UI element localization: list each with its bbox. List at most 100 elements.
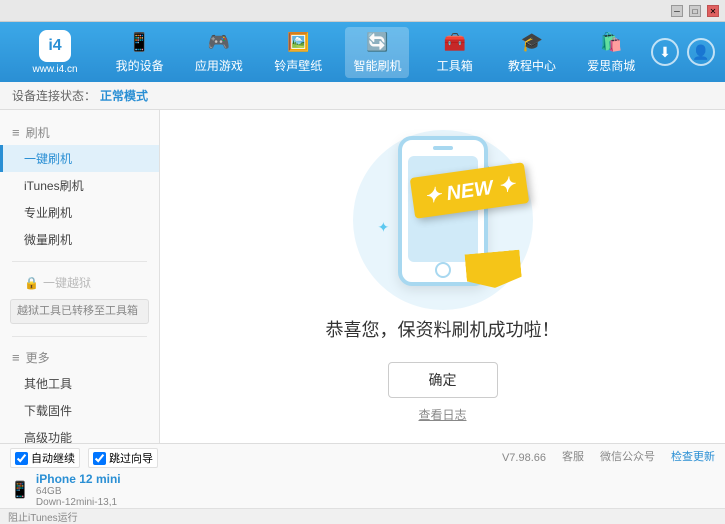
wallpaper-icon: 🖼️ (284, 31, 312, 55)
sparkle-3: ✦ (378, 219, 390, 236)
auto-advance-checkbox-label[interactable]: 自动继续 (10, 448, 80, 468)
sidebar-item-micro-flash[interactable]: 微量刷机 (0, 226, 159, 253)
phone-small-icon: 📱 (10, 480, 30, 500)
version-label: V7.98.66 (502, 452, 546, 464)
bottom-left-panel: 自动继续 跳过向导 📱 iPhone 12 mini 64GB Down-12m… (10, 448, 158, 508)
pro-flash-label: 专业刷机 (24, 206, 72, 220)
close-button[interactable]: ✕ (707, 5, 719, 17)
device-row: 📱 iPhone 12 mini 64GB Down-12mini-13,1 (10, 472, 158, 508)
shop-icon: 🛍️ (597, 31, 625, 55)
nav-label-wallpaper: 铃声壁纸 (274, 57, 322, 74)
nav-label-shop: 爱思商城 (587, 57, 635, 74)
divider-1 (12, 261, 147, 262)
nav-label-smart-flash: 智能刷机 (353, 57, 401, 74)
window-controls[interactable]: ─ □ ✕ (669, 5, 719, 17)
maximize-button[interactable]: □ (689, 5, 701, 17)
top-nav: i4 www.i4.cn 📱 我的设备 🎮 应用游戏 🖼️ 铃声壁纸 🔄 智能刷… (0, 22, 725, 82)
success-message: 恭喜您，保资料刷机成功啦！ (326, 316, 560, 342)
nav-label-toolbox: 工具箱 (437, 57, 473, 74)
device-firmware: Down-12mini-13,1 (36, 497, 121, 508)
logo-url: www.i4.cn (32, 64, 77, 75)
checkbox-row: 自动继续 跳过向导 (10, 448, 158, 468)
skip-guide-checkbox-label[interactable]: 跳过向导 (88, 448, 158, 468)
skip-guide-checkbox[interactable] (93, 452, 106, 465)
flash-section-label: 刷机 (26, 124, 50, 141)
bottom-right-panel: V7.98.66 客服 微信公众号 检查更新 (502, 448, 715, 468)
customer-service-link[interactable]: 客服 (562, 448, 584, 464)
bottom-controls-row: 自动继续 跳过向导 📱 iPhone 12 mini 64GB Down-12m… (10, 448, 715, 508)
download-firmware-label: 下载固件 (24, 404, 72, 418)
sidebar-section-flash-header[interactable]: ≡ 刷机 (0, 120, 159, 145)
auto-advance-checkbox[interactable] (15, 452, 28, 465)
status-label: 设备连接状态： (12, 87, 96, 104)
micro-flash-label: 微量刷机 (24, 233, 72, 247)
device-storage: 64GB (36, 486, 121, 497)
sidebar-section-more: ≡ 更多 其他工具 下载固件 高级功能 (0, 341, 159, 443)
more-section-icon: ≡ (12, 350, 20, 365)
one-click-flash-label: 一键刷机 (24, 152, 72, 166)
nav-right-controls: ⬇ 👤 (651, 38, 715, 66)
sidebar-item-pro-flash[interactable]: 专业刷机 (0, 199, 159, 226)
tutorials-icon: 🎓 (518, 31, 546, 55)
apps-games-icon: 🎮 (205, 31, 233, 55)
jailbreak-notice-text: 越狱工具已转移至工具箱 (17, 305, 138, 317)
check-update-link[interactable]: 检查更新 (671, 448, 715, 464)
nav-label-tutorials: 教程中心 (508, 57, 556, 74)
sidebar-item-other-tools[interactable]: 其他工具 (0, 370, 159, 397)
illustration: ✦ ✦ ✦ ✦ NEW ✦ (343, 130, 543, 296)
sidebar-item-itunes-flash[interactable]: iTunes刷机 (0, 172, 159, 199)
sidebar-item-download-firmware[interactable]: 下载固件 (0, 397, 159, 424)
advanced-label: 高级功能 (24, 431, 72, 443)
sidebar-item-one-click-flash[interactable]: 一键刷机 (0, 145, 159, 172)
main-wrapper: ≡ 刷机 一键刷机 iTunes刷机 专业刷机 微量刷机 (0, 110, 725, 443)
device-name: iPhone 12 mini (36, 472, 121, 486)
device-details: iPhone 12 mini 64GB Down-12mini-13,1 (36, 472, 121, 508)
confirm-button[interactable]: 确定 (388, 362, 498, 398)
download-button[interactable]: ⬇ (651, 38, 679, 66)
divider-2 (12, 336, 147, 337)
nav-item-smart-flash[interactable]: 🔄 智能刷机 (345, 27, 409, 78)
nav-item-tutorials[interactable]: 🎓 教程中心 (500, 27, 564, 78)
skip-link[interactable]: 查看日志 (418, 406, 466, 423)
toolbox-icon: 🧰 (441, 31, 469, 55)
sidebar-section-flash: ≡ 刷机 一键刷机 iTunes刷机 专业刷机 微量刷机 (0, 116, 159, 257)
smart-flash-icon: 🔄 (363, 31, 391, 55)
jailbreak-header-disabled: 🔒 一键越狱 (0, 270, 159, 295)
my-device-icon: 📱 (126, 31, 154, 55)
sidebar-section-more-header[interactable]: ≡ 更多 (0, 345, 159, 370)
itunes-status-bar: 阻止iTunes运行 (0, 508, 725, 524)
nav-item-shop[interactable]: 🛍️ 爱思商城 (579, 27, 643, 78)
itunes-status: 阻止iTunes运行 (8, 509, 78, 524)
other-tools-label: 其他工具 (24, 377, 72, 391)
nav-items: 📱 我的设备 🎮 应用游戏 🖼️ 铃声壁纸 🔄 智能刷机 🧰 工具箱 🎓 (100, 27, 651, 78)
minimize-button[interactable]: ─ (671, 5, 683, 17)
auto-advance-label: 自动继续 (31, 450, 75, 466)
nav-label-apps-games: 应用游戏 (195, 57, 243, 74)
status-bar: 设备连接状态： 正常模式 (0, 82, 725, 110)
skip-guide-label: 跳过向导 (109, 450, 153, 466)
wechat-public-link[interactable]: 微信公众号 (600, 448, 655, 464)
nav-item-apps-games[interactable]: 🎮 应用游戏 (187, 27, 251, 78)
sidebar: ≡ 刷机 一键刷机 iTunes刷机 专业刷机 微量刷机 (0, 110, 160, 443)
content-area: ✦ ✦ ✦ ✦ NEW ✦ 恭喜您，保资料刷机成功啦！ 确定 查看日志 (160, 110, 725, 443)
nav-item-toolbox[interactable]: 🧰 工具箱 (425, 27, 485, 78)
more-section-label: 更多 (26, 349, 50, 366)
status-value: 正常模式 (100, 87, 148, 104)
user-button[interactable]: 👤 (687, 38, 715, 66)
sidebar-section-jailbreak: 🔒 一键越狱 越狱工具已转移至工具箱 (0, 266, 159, 332)
nav-item-wallpaper[interactable]: 🖼️ 铃声壁纸 (266, 27, 330, 78)
nav-label-my-device: 我的设备 (116, 57, 164, 74)
phone-speaker (433, 146, 453, 150)
flash-section-icon: ≡ (12, 125, 20, 140)
lock-icon: 🔒 (24, 276, 39, 290)
logo-icon: i4 (39, 30, 71, 62)
logo: i4 www.i4.cn (10, 30, 100, 75)
bottom-section: 自动继续 跳过向导 📱 iPhone 12 mini 64GB Down-12m… (0, 443, 725, 523)
title-bar: ─ □ ✕ (0, 0, 725, 22)
jailbreak-notice: 越狱工具已转移至工具箱 (10, 299, 149, 324)
nav-item-my-device[interactable]: 📱 我的设备 (108, 27, 172, 78)
new-badge-text: ✦ NEW ✦ (423, 174, 516, 208)
phone-home-button (435, 262, 451, 278)
sidebar-item-advanced[interactable]: 高级功能 (0, 424, 159, 443)
itunes-flash-label: iTunes刷机 (24, 179, 84, 193)
